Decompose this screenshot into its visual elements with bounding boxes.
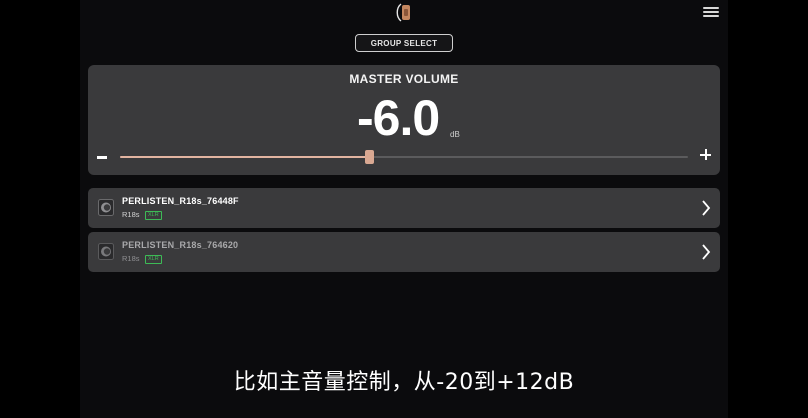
volume-down-button[interactable] xyxy=(97,156,107,159)
volume-slider[interactable] xyxy=(120,150,688,164)
volume-up-button[interactable] xyxy=(700,149,713,162)
volume-value: -6.0 xyxy=(357,90,440,146)
perlisten-logo-icon xyxy=(396,3,410,22)
device-name: PERLISTEN_R18s_76448F xyxy=(122,196,239,206)
device-model: R18s xyxy=(122,210,140,219)
device-row[interactable]: PERLISTEN_R18s_764620 R18s XLR xyxy=(88,232,720,272)
slider-thumb[interactable] xyxy=(364,150,374,164)
master-volume-title: MASTER VOLUME xyxy=(349,72,459,86)
master-volume-panel: MASTER VOLUME -6.0 dB xyxy=(88,65,720,175)
slider-fill xyxy=(120,156,369,158)
group-select-button[interactable]: GROUP SELECT xyxy=(355,34,453,52)
chevron-right-icon xyxy=(702,244,711,260)
device-row[interactable]: PERLISTEN_R18s_76448F R18s XLR xyxy=(88,188,720,228)
video-subtitle: 比如主音量控制，从-20到+12dB xyxy=(233,370,575,395)
hamburger-menu-icon[interactable] xyxy=(703,7,719,19)
xlr-badge: XLR xyxy=(145,255,162,264)
speaker-icon xyxy=(98,199,114,216)
device-model: R18s xyxy=(122,254,140,263)
speaker-icon xyxy=(98,243,114,260)
chevron-right-icon xyxy=(702,200,711,216)
xlr-badge: XLR xyxy=(145,211,162,220)
device-name: PERLISTEN_R18s_764620 xyxy=(122,240,239,250)
volume-unit: dB xyxy=(450,130,460,139)
